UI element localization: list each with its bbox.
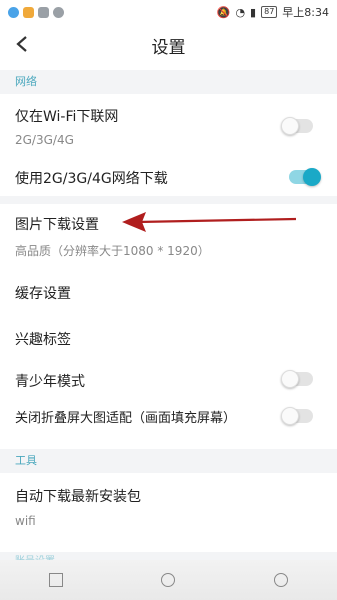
- mobile-download-toggle[interactable]: [289, 168, 321, 186]
- setting-label: 仅在Wi-Fi下联网: [15, 109, 119, 125]
- home-button[interactable]: [161, 573, 176, 587]
- system-nav-bar: [0, 560, 337, 600]
- wifi-only-toggle[interactable]: [281, 117, 313, 135]
- divider: [0, 196, 337, 204]
- app-notification-icon: [8, 6, 19, 18]
- back-nav-button[interactable]: [273, 573, 288, 587]
- status-right: 🔕 ◔ ▮ 87 早上8:34: [217, 4, 329, 20]
- section-header-network: 网络: [0, 70, 337, 94]
- setting-label: 青少年模式: [15, 374, 85, 390]
- setting-label: 关闭折叠屏大图适配（画面填充屏幕）: [15, 411, 237, 426]
- page-title: 设置: [151, 37, 186, 58]
- status-bar: 🔕 ◔ ▮ 87 早上8:34: [0, 0, 337, 24]
- title-bar: 设置: [0, 24, 337, 66]
- mail-icon: [38, 6, 49, 18]
- section-header-tools: 工具: [0, 449, 337, 473]
- foldable-adapt-toggle[interactable]: [281, 407, 313, 425]
- wifi-icon: ◔: [235, 5, 246, 19]
- setting-label: 自动下载最新安装包: [15, 489, 141, 505]
- setting-label: 图片下载设置: [15, 217, 99, 233]
- recent-apps-button[interactable]: [49, 573, 64, 587]
- teen-mode-toggle[interactable]: [281, 370, 313, 388]
- wechat-icon: [53, 6, 64, 18]
- signal-icon: ▮: [250, 5, 257, 19]
- mute-icon: 🔕: [216, 5, 231, 19]
- setting-label: 兴趣标签: [15, 332, 71, 348]
- setting-sublabel: 高品质（分辨率大于1080 * 1920）: [15, 244, 210, 258]
- status-left-icons: [8, 6, 64, 18]
- chevron-left-icon: [16, 36, 27, 52]
- battery-indicator: 87: [261, 6, 278, 18]
- setting-sublabel: wifi: [15, 514, 36, 528]
- app-notification-icon: [23, 6, 34, 18]
- setting-sublabel: 2G/3G/4G: [15, 133, 74, 147]
- setting-label: 使用2G/3G/4G网络下载: [15, 171, 168, 187]
- setting-label: 缓存设置: [15, 286, 71, 302]
- back-button[interactable]: [10, 32, 34, 56]
- clock: 早上8:34: [282, 6, 329, 19]
